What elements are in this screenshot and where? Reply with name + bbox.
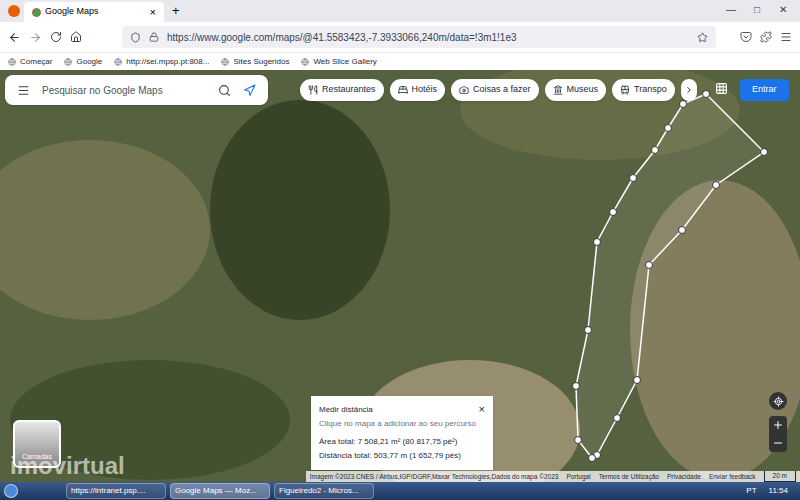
browser-tab[interactable]: Google Maps× — [24, 2, 164, 22]
sign-in-button[interactable]: Entrar — [740, 79, 789, 101]
window-control[interactable]: — — [718, 2, 744, 17]
search-icon[interactable] — [218, 84, 231, 97]
category-chip[interactable]: Coisas a fazer — [451, 79, 539, 101]
attribution-link[interactable]: Privacidade — [667, 472, 701, 482]
reload-icon[interactable] — [50, 31, 62, 43]
category-icon — [308, 85, 318, 95]
map[interactable]: Pesquisar no Google Maps Restaurantes Hoté… — [0, 70, 800, 482]
attribution-link[interactable]: Enviar feedback — [709, 472, 756, 482]
close-button[interactable]: × — [479, 404, 485, 415]
bookmark[interactable]: Começar — [8, 56, 52, 68]
chips-next[interactable] — [681, 79, 697, 101]
navigation-bar: https://www.google.com/maps/@41.5583423,… — [0, 22, 800, 53]
window-control[interactable]: ✕ — [770, 2, 796, 17]
extensions-icon[interactable] — [760, 31, 772, 43]
menu-icon[interactable] — [17, 84, 30, 97]
bookmarks-bar: Começar Google http://sei.mpsp.pt:808... Si… — [0, 53, 800, 70]
attribution-link[interactable]: Imagem ©2023 CNES / Airbus,IGP/DGRF,Maxa… — [310, 472, 559, 482]
lock-icon — [149, 32, 159, 42]
chevron-icon — [684, 85, 694, 95]
bookmark-icon — [64, 58, 72, 66]
firefox-icon — [8, 5, 20, 17]
bookmark[interactable]: Google — [64, 56, 102, 68]
bookmark[interactable]: Web Slice Gallery — [301, 56, 376, 68]
window-control[interactable]: □ — [744, 2, 770, 17]
maps-icon — [32, 8, 41, 17]
chips-row: Restaurantes HotéisCoisas a fazer MuseusTr… — [300, 79, 697, 101]
home-icon[interactable] — [70, 31, 82, 43]
bookmark[interactable]: http://sei.mpsp.pt:808... — [114, 56, 209, 68]
scale: 20 m — [764, 471, 796, 482]
directions-icon[interactable] — [243, 84, 256, 97]
watermark: imovirtual — [10, 454, 125, 478]
language[interactable]: PT — [746, 485, 756, 497]
category-icon — [398, 85, 408, 95]
category-icon — [620, 85, 630, 95]
attribution-link[interactable]: Portugal — [566, 472, 590, 482]
bookmark-icon — [114, 58, 122, 66]
shield-icon — [130, 32, 141, 43]
category-chip[interactable]: Transpo — [612, 79, 675, 101]
measure-panel: Medir distância×Clique no mapa a adicion… — [311, 396, 493, 470]
category-icon — [459, 85, 469, 95]
locate-icon — [773, 396, 784, 407]
pocket-icon[interactable] — [740, 31, 752, 43]
forward-icon[interactable] — [29, 31, 42, 44]
taskbar-item[interactable]: Google Maps — Moz... — [170, 483, 270, 499]
category-chip[interactable]: Restaurantes — [300, 79, 384, 101]
menu-icon[interactable] — [780, 31, 792, 43]
bookmark-icon — [221, 58, 229, 66]
measure-title: Medir distância — [319, 404, 373, 416]
tab-bar: Google Maps×+ —□✕ — [0, 0, 800, 22]
screen: Google Maps×+ —□✕ https://www.google.com/m… — [0, 0, 800, 500]
bookmark-icon — [301, 58, 309, 66]
category-chip[interactable]: Museus — [545, 79, 607, 101]
tab-close[interactable]: × — [150, 4, 156, 21]
taskbar-item[interactable]: Figueiredo2 - Micros... — [274, 483, 374, 499]
bookmark[interactable]: Sites Sugeridos — [221, 56, 289, 68]
zoom-out-icon[interactable] — [772, 437, 784, 449]
taskbar: https://intranet.psp....Google Maps — Mo… — [0, 482, 800, 500]
zoom-in-icon[interactable] — [772, 419, 784, 431]
apps-icon[interactable] — [715, 82, 728, 95]
locate-button[interactable] — [769, 392, 787, 410]
zoom-controls — [769, 392, 787, 452]
category-chip[interactable]: Hotéis — [390, 79, 446, 101]
star-icon[interactable] — [697, 32, 708, 43]
attribution-link[interactable]: Termos de Utilização — [599, 472, 659, 482]
address-bar[interactable]: https://www.google.com/maps/@41.5583423,… — [122, 26, 716, 48]
category-icon — [553, 85, 563, 95]
bookmark-icon — [8, 58, 16, 66]
clock[interactable]: 11:54 — [761, 485, 796, 497]
search-box[interactable]: Pesquisar no Google Maps — [5, 75, 268, 105]
back-icon[interactable] — [8, 31, 21, 44]
attribution-bar: Imagem ©2023 CNES / Airbus,IGP/DGRF,Maxa… — [306, 471, 800, 482]
new-tab-button[interactable]: + — [164, 1, 188, 21]
taskbar-item[interactable]: https://intranet.psp.... — [66, 483, 166, 499]
start-button[interactable] — [4, 484, 18, 498]
